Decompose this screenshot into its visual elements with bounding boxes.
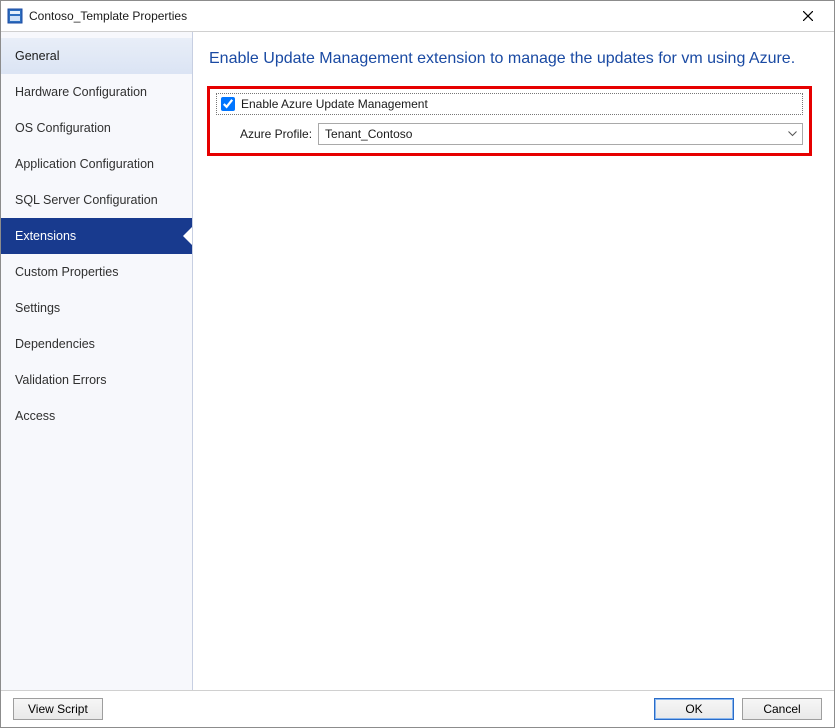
azure-profile-row: Azure Profile: Tenant_Contoso (216, 123, 803, 145)
sidebar-item-label: Access (15, 409, 55, 423)
sidebar-item-custom-properties[interactable]: Custom Properties (1, 254, 192, 290)
window-title: Contoso_Template Properties (29, 9, 788, 23)
properties-dialog: Contoso_Template Properties General Hard… (0, 0, 835, 728)
sidebar-item-os-configuration[interactable]: OS Configuration (1, 110, 192, 146)
sidebar-item-label: Settings (15, 301, 60, 315)
sidebar-item-extensions[interactable]: Extensions (1, 218, 192, 254)
sidebar-item-label: OS Configuration (15, 121, 111, 135)
cancel-button[interactable]: Cancel (742, 698, 822, 720)
azure-profile-select[interactable]: Tenant_Contoso (318, 123, 803, 145)
azure-profile-value: Tenant_Contoso (325, 127, 412, 141)
sidebar-item-application-configuration[interactable]: Application Configuration (1, 146, 192, 182)
dialog-footer: View Script OK Cancel (1, 690, 834, 727)
page-heading: Enable Update Management extension to ma… (209, 50, 812, 68)
sidebar-item-label: SQL Server Configuration (15, 193, 158, 207)
sidebar-item-access[interactable]: Access (1, 398, 192, 434)
sidebar-item-label: Validation Errors (15, 373, 106, 387)
sidebar-item-settings[interactable]: Settings (1, 290, 192, 326)
sidebar-item-label: Dependencies (15, 337, 95, 351)
sidebar-item-sql-server-configuration[interactable]: SQL Server Configuration (1, 182, 192, 218)
callout-highlight: Enable Azure Update Management Azure Pro… (207, 86, 812, 156)
sidebar: General Hardware Configuration OS Config… (1, 32, 193, 690)
enable-update-management-row[interactable]: Enable Azure Update Management (216, 93, 803, 115)
titlebar: Contoso_Template Properties (1, 1, 834, 32)
sidebar-item-label: Extensions (15, 229, 76, 243)
sidebar-item-hardware-configuration[interactable]: Hardware Configuration (1, 74, 192, 110)
sidebar-item-label: Hardware Configuration (15, 85, 147, 99)
sidebar-item-label: Application Configuration (15, 157, 154, 171)
enable-update-management-checkbox[interactable] (221, 97, 235, 111)
app-icon (7, 8, 23, 24)
sidebar-item-general[interactable]: General (1, 38, 192, 74)
close-button[interactable] (788, 1, 828, 31)
sidebar-item-label: Custom Properties (15, 265, 119, 279)
close-icon (803, 11, 813, 21)
azure-profile-label: Azure Profile: (240, 127, 312, 141)
sidebar-item-dependencies[interactable]: Dependencies (1, 326, 192, 362)
ok-button[interactable]: OK (654, 698, 734, 720)
sidebar-item-validation-errors[interactable]: Validation Errors (1, 362, 192, 398)
dialog-body: General Hardware Configuration OS Config… (1, 32, 834, 690)
sidebar-item-label: General (15, 49, 59, 63)
view-script-button[interactable]: View Script (13, 698, 103, 720)
content-pane: Enable Update Management extension to ma… (193, 32, 834, 690)
enable-update-management-label: Enable Azure Update Management (241, 97, 428, 111)
chevron-down-icon (788, 131, 797, 137)
